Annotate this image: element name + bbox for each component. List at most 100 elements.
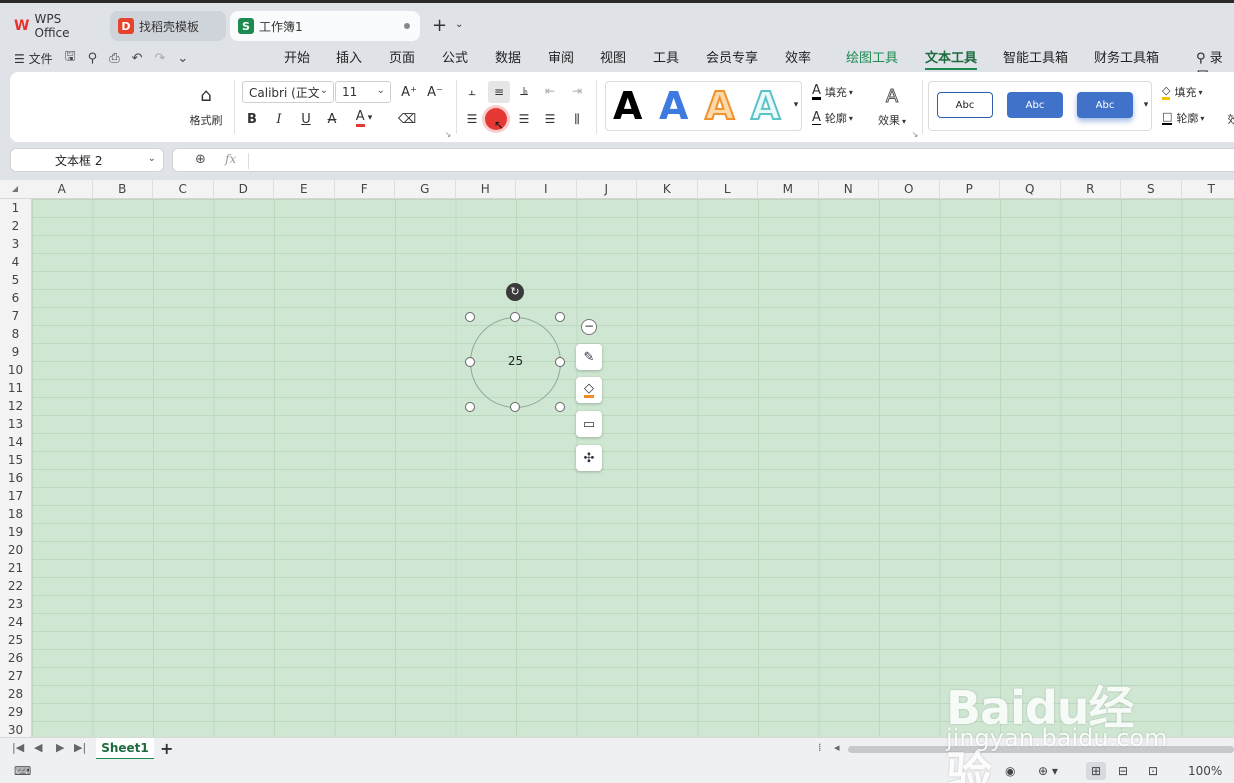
row-header[interactable]: 14 <box>0 433 31 451</box>
row-header[interactable]: 11 <box>0 379 31 397</box>
row-header[interactable]: 15 <box>0 451 31 469</box>
sheet-tab-sheet1[interactable]: Sheet1 <box>96 738 154 760</box>
file-menu-button[interactable]: ☰ 文件 <box>14 50 53 67</box>
justify-icon[interactable]: ☰ <box>541 110 559 128</box>
column-header[interactable]: L <box>698 180 758 199</box>
tab-workbook[interactable]: S 工作簿1 <box>230 11 420 41</box>
gallery-more-icon[interactable]: ▾ <box>791 98 801 112</box>
resize-handle-bottom-right[interactable] <box>555 402 565 412</box>
font-color-button[interactable]: A ▾ <box>350 108 378 128</box>
resize-handle-top[interactable] <box>510 312 520 322</box>
text-fill-button[interactable]: A 填充 ▾ <box>812 82 870 102</box>
row-header[interactable]: 2 <box>0 217 31 235</box>
align-right-icon[interactable]: ☰ <box>515 110 533 128</box>
wordart-style-teal-outline-icon[interactable]: A <box>750 85 781 127</box>
format-painter-button[interactable]: ⌂ 格式刷 <box>186 80 226 132</box>
increase-indent-icon[interactable]: ⇥ <box>568 82 586 100</box>
macro-record-icon[interactable]: ⌨ <box>14 764 31 778</box>
column-header[interactable]: F <box>335 180 395 199</box>
align-left-icon[interactable]: ☰ <box>463 110 481 128</box>
shape-style-brush-icon[interactable]: ✎ <box>576 344 602 370</box>
print-preview-icon[interactable]: ⎙ <box>109 51 119 66</box>
zoom-magnifier-icon[interactable]: ⊕ <box>195 152 206 167</box>
new-tab-plus-icon[interactable]: + <box>432 15 447 36</box>
align-top-icon[interactable]: ⫠ <box>463 82 481 100</box>
column-header[interactable]: A <box>32 180 93 199</box>
increase-font-icon[interactable]: A⁺ <box>400 82 418 102</box>
bold-icon[interactable]: B <box>244 109 260 129</box>
menu-text-tools[interactable]: 文本工具 <box>925 47 978 70</box>
row-header[interactable]: 12 <box>0 397 31 415</box>
distributed-align-icon[interactable]: ⫼ <box>568 110 586 128</box>
row-header[interactable]: 20 <box>0 541 31 559</box>
tab-docer-templates[interactable]: D 找稻壳模板 <box>110 11 226 41</box>
underline-icon[interactable]: U <box>298 109 314 129</box>
menu-review[interactable]: 审阅 <box>548 47 574 66</box>
row-header[interactable]: 22 <box>0 577 31 595</box>
unsaved-dot-icon[interactable] <box>404 23 410 29</box>
menu-member[interactable]: 会员专享 <box>706 47 758 66</box>
save-icon[interactable]: 🖫 <box>65 47 76 69</box>
menu-smart-toolbox[interactable]: 智能工具箱 <box>1003 47 1068 66</box>
wordart-style-orange-outline-icon[interactable]: A <box>704 85 735 127</box>
row-header[interactable]: 27 <box>0 667 31 685</box>
row-header[interactable]: 25 <box>0 631 31 649</box>
font-size-select[interactable]: 11 ⌄ <box>335 81 391 103</box>
decrease-font-icon[interactable]: A⁻ <box>426 82 444 102</box>
column-header[interactable]: C <box>153 180 214 199</box>
shape-fill-bucket-icon[interactable]: ◇ <box>576 377 602 403</box>
column-header[interactable]: B <box>93 180 153 199</box>
font-dialog-launcher-icon[interactable]: ↘ <box>444 130 452 139</box>
next-sheet-icon[interactable]: ▶ <box>56 741 64 754</box>
zoom-level[interactable]: 100% <box>1188 764 1222 778</box>
row-header[interactable]: 24 <box>0 613 31 631</box>
menu-home[interactable]: 开始 <box>284 47 310 66</box>
align-middle-icon[interactable]: ≡ <box>488 81 510 103</box>
shape-tools-icon[interactable]: ✣ <box>576 445 602 471</box>
text-dialog-launcher-icon[interactable]: ↘ <box>911 130 919 139</box>
resize-handle-bottom[interactable] <box>510 402 520 412</box>
scroll-left-icon[interactable]: ◂ <box>834 741 840 754</box>
shape-fill-button[interactable]: ◇ 填充 ▾ <box>1162 82 1220 102</box>
shape-outline-icon[interactable]: ▭ <box>576 411 602 437</box>
rotate-handle-icon[interactable]: ↻ <box>506 283 524 301</box>
column-header[interactable]: N <box>819 180 879 199</box>
row-header[interactable]: 1 <box>0 199 31 217</box>
resize-handle-top-right[interactable] <box>555 312 565 322</box>
scroll-divider-icon[interactable]: ⁞ <box>818 741 822 754</box>
wordart-style-black-icon[interactable]: A <box>613 86 642 126</box>
resize-handle-bottom-left[interactable] <box>465 402 475 412</box>
row-header[interactable]: 17 <box>0 487 31 505</box>
column-header[interactable]: T <box>1182 180 1234 199</box>
strikethrough-icon[interactable]: A <box>324 109 340 129</box>
column-header[interactable]: R <box>1061 180 1121 199</box>
row-header[interactable]: 10 <box>0 361 31 379</box>
menu-insert[interactable]: 插入 <box>336 47 362 66</box>
undo-icon[interactable]: ↶ <box>132 51 143 66</box>
column-header[interactable]: P <box>940 180 1000 199</box>
row-header[interactable]: 6 <box>0 289 31 307</box>
row-header[interactable]: 19 <box>0 523 31 541</box>
row-header[interactable]: 29 <box>0 703 31 721</box>
collapse-minus-icon[interactable]: − <box>581 319 597 335</box>
text-outline-button[interactable]: A 轮廓 ▾ <box>812 108 870 128</box>
column-header[interactable]: K <box>637 180 698 199</box>
decrease-indent-icon[interactable]: ⇤ <box>541 82 559 100</box>
menu-efficiency[interactable]: 效率 <box>785 47 811 66</box>
row-header[interactable]: 16 <box>0 469 31 487</box>
row-header[interactable]: 28 <box>0 685 31 703</box>
column-header[interactable]: Q <box>1000 180 1061 199</box>
row-header[interactable]: 26 <box>0 649 31 667</box>
column-header[interactable]: M <box>758 180 819 199</box>
row-header[interactable]: 8 <box>0 325 31 343</box>
menu-page[interactable]: 页面 <box>389 47 415 66</box>
shape-style-filled[interactable]: Abc <box>1007 92 1063 118</box>
shape-effect-button[interactable]: 效 <box>1226 110 1234 128</box>
select-all-corner[interactable] <box>12 186 18 192</box>
menu-formula[interactable]: 公式 <box>442 47 468 66</box>
row-header[interactable]: 13 <box>0 415 31 433</box>
menu-drawing-tools[interactable]: 绘图工具 <box>846 47 898 66</box>
menu-finance-toolbox[interactable]: 财务工具箱 <box>1094 47 1159 66</box>
chevron-down-icon[interactable]: ⌄ <box>177 51 188 66</box>
resize-handle-top-left[interactable] <box>465 312 475 322</box>
